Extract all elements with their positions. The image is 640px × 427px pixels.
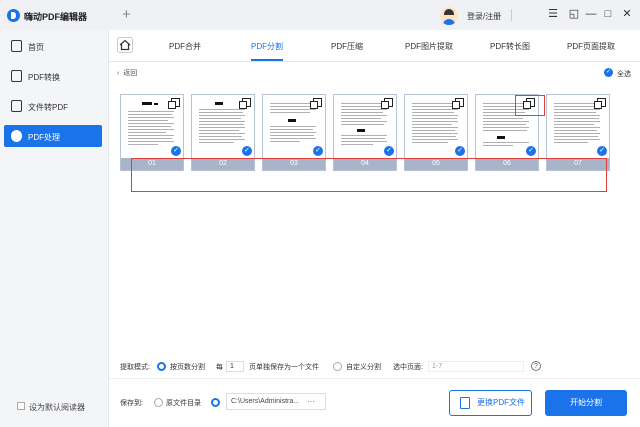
help-icon[interactable]: ?	[531, 361, 541, 371]
title-bar: 嗨动PDF编辑器 + 登录/注册 ☰ ◱ — □ ✕	[0, 0, 640, 30]
custom-split-radio[interactable]	[333, 362, 342, 371]
tab-pdf-split[interactable]: PDF分割	[251, 41, 283, 52]
copy-icon[interactable]	[310, 98, 322, 109]
file-convert-icon	[11, 70, 22, 82]
app-logo-icon	[7, 9, 20, 22]
tab-bar: PDF合并 PDF分割 PDF压缩 PDF图片提取 PDF转长图 PDF页面提取	[109, 30, 640, 62]
login-link[interactable]: 登录/注册	[467, 11, 501, 22]
checkmark-icon[interactable]: ✓	[313, 146, 323, 156]
sidebar-item-label: PDF转换	[28, 73, 60, 82]
change-pdf-button[interactable]: 更换PDF文件	[449, 390, 532, 416]
menu-icon[interactable]: ☰	[546, 7, 560, 21]
custom-dir-radio[interactable]	[211, 398, 220, 407]
each-label: 每	[216, 364, 223, 371]
back-button[interactable]: ‹ 返回	[117, 68, 137, 78]
highlight-box-page-numbers	[131, 158, 607, 192]
active-tab-indicator	[251, 59, 283, 61]
divider	[109, 378, 640, 379]
main-panel: PDF合并 PDF分割 PDF压缩 PDF图片提取 PDF转长图 PDF页面提取…	[108, 30, 640, 427]
minimize-icon[interactable]: —	[584, 7, 598, 21]
maximize-icon[interactable]: □	[601, 7, 615, 21]
copy-icon[interactable]	[381, 98, 393, 109]
start-split-button[interactable]: 开始分割	[545, 390, 627, 416]
checkmark-icon[interactable]: ✓	[597, 146, 607, 156]
checkmark-icon[interactable]: ✓	[526, 146, 536, 156]
new-tab-button[interactable]: +	[122, 6, 131, 23]
sidebar-item-label: 首页	[28, 43, 44, 52]
highlight-box-copy-icon	[515, 95, 545, 116]
app-title: 嗨动PDF编辑器	[24, 12, 88, 22]
by-pages-radio[interactable]	[157, 362, 166, 371]
tab-pdf-page-extract[interactable]: PDF页面提取	[567, 41, 615, 52]
change-pdf-label: 更换PDF文件	[477, 398, 525, 407]
avatar[interactable]	[440, 7, 458, 25]
checkmark-icon: ✓	[604, 68, 613, 77]
home-icon[interactable]	[117, 37, 133, 53]
tab-pdf-merge[interactable]: PDF合并	[169, 41, 201, 52]
tab-pdf-compress[interactable]: PDF压缩	[331, 41, 363, 52]
checkmark-icon[interactable]: ✓	[455, 146, 465, 156]
restore-icon[interactable]: ◱	[567, 7, 581, 21]
original-dir-radio[interactable]	[154, 398, 163, 407]
copy-icon[interactable]	[239, 98, 251, 109]
selected-pages-input[interactable]: 1-7	[428, 361, 524, 372]
sidebar-item-file-to-pdf[interactable]: 文件转PDF	[4, 95, 102, 117]
pdf-process-icon	[11, 130, 22, 142]
by-pages-label: 按页数分割	[170, 364, 205, 371]
default-reader-label: 设为默认阅读器	[29, 403, 85, 412]
file-to-pdf-icon	[11, 100, 22, 112]
checkmark-icon[interactable]: ✓	[242, 146, 252, 156]
checkmark-icon[interactable]: ✓	[171, 146, 181, 156]
sidebar-item-pdf-process[interactable]: PDF处理	[4, 125, 102, 147]
title-separator	[511, 9, 512, 21]
save-label: 保存到:	[120, 400, 143, 407]
original-dir-label: 原文件目录	[166, 400, 201, 407]
home-icon	[11, 40, 22, 52]
copy-icon[interactable]	[168, 98, 180, 109]
sidebar-item-label: 文件转PDF	[28, 103, 68, 112]
sidebar-item-label: PDF处理	[28, 133, 60, 142]
tab-pdf-image-extract[interactable]: PDF图片提取	[405, 41, 453, 52]
sidebar-item-home[interactable]: 首页	[4, 35, 102, 57]
back-label: 返回	[123, 70, 138, 77]
copy-icon[interactable]	[452, 98, 464, 109]
copy-icon[interactable]	[594, 98, 606, 109]
tab-pdf-to-long-image[interactable]: PDF转长图	[490, 41, 530, 52]
close-icon[interactable]: ✕	[620, 7, 634, 21]
pages-per-file-input[interactable]: 1	[226, 361, 244, 372]
mode-label: 提取模式:	[120, 364, 150, 371]
checkbox-box[interactable]	[17, 402, 25, 410]
file-add-icon	[460, 397, 470, 409]
selected-pages-label: 选中页面:	[393, 364, 423, 371]
sidebar-item-pdf-convert[interactable]: PDF转换	[4, 65, 102, 87]
checkmark-icon[interactable]: ✓	[384, 146, 394, 156]
browse-button[interactable]: ···	[307, 397, 315, 406]
each-suffix-label: 页单独保存为一个文件	[249, 364, 319, 371]
sidebar: 首页 PDF转换 文件转PDF PDF处理	[0, 30, 108, 427]
split-options: 提取模式: 按页数分割 每 1 页单独保存为一个文件 自定义分割 选中页面: 1…	[109, 360, 640, 374]
custom-split-label: 自定义分割	[346, 364, 381, 371]
select-all-label: 全选	[617, 71, 631, 78]
